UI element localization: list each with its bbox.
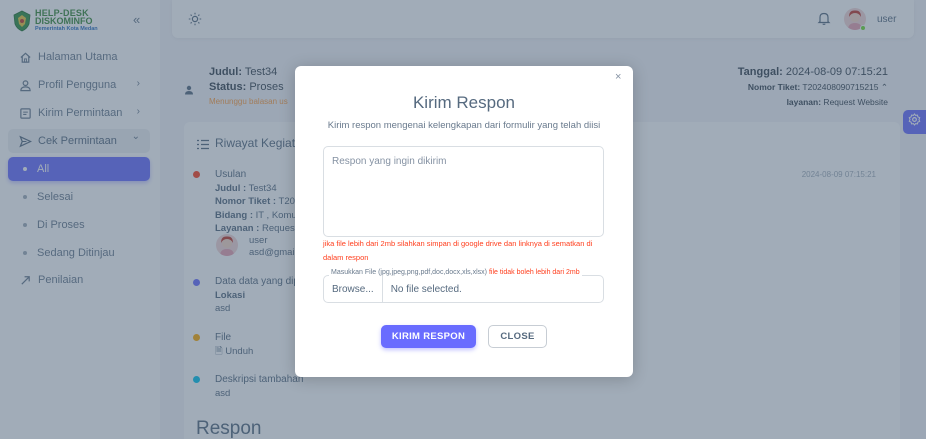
browse-button[interactable]: Browse...: [324, 276, 383, 302]
close-button[interactable]: CLOSE: [488, 325, 547, 348]
modal-title: Kirim Respon: [412, 93, 516, 112]
kirim-respon-button[interactable]: KIRIM RESPON: [381, 325, 476, 348]
file-limit-text: file tidak boleh lebih dari 2mb: [487, 269, 580, 276]
close-icon[interactable]: ×: [615, 71, 621, 83]
file-input-label: Masukkan File (jpg,jpeg,png,pdf,doc,docx…: [329, 269, 582, 276]
file-upload-input[interactable]: Browse... No file selected.: [323, 275, 604, 303]
kirim-respon-modal: × Kirim Respon Kirim respon mengenai kel…: [295, 66, 633, 377]
file-status: No file selected.: [390, 283, 462, 295]
modal-subtitle: Kirim respon mengenai kelengkapan dari f…: [327, 120, 601, 131]
file-types-text: Masukkan File (jpg,jpeg,png,pdf,doc,docx…: [331, 269, 488, 276]
respon-textarea[interactable]: [323, 146, 604, 237]
file-size-warning: jika file lebih dari 2mb silahkan simpan…: [323, 239, 593, 262]
